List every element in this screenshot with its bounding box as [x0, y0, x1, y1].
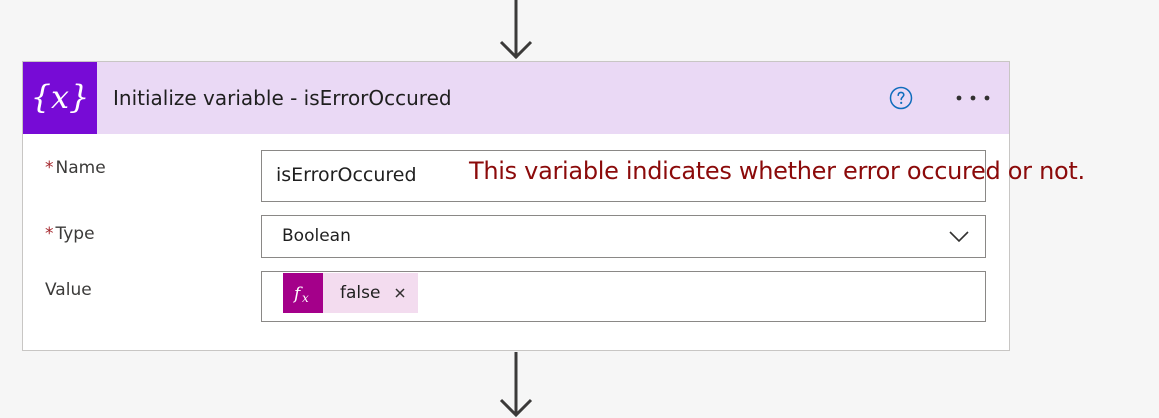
required-marker: * — [45, 224, 54, 244]
help-icon[interactable] — [889, 86, 913, 110]
annotation-note: This variable indicates whether error oc… — [469, 157, 1085, 185]
fx-expression-icon: f x — [283, 273, 323, 313]
card-header[interactable]: {x} Initialize variable - isErrorOccured — [23, 62, 1009, 134]
remove-token-icon[interactable] — [388, 281, 412, 305]
type-selected-value: Boolean — [282, 226, 351, 246]
initialize-variable-card: {x} Initialize variable - isErrorOccured… — [22, 61, 1085, 351]
value-field[interactable]: f x false — [261, 271, 986, 322]
name-input[interactable] — [262, 151, 471, 199]
token-value: false — [340, 283, 381, 303]
card-title: Initialize variable - isErrorOccured — [113, 86, 452, 110]
type-dropdown[interactable]: Boolean — [261, 215, 986, 258]
outgoing-connector-arrow — [496, 352, 536, 418]
name-label-text: Name — [55, 158, 106, 178]
name-field-label: * Name — [45, 158, 106, 178]
svg-text:{x}: {x} — [33, 78, 87, 116]
variable-braces-icon: {x} — [23, 62, 97, 134]
type-field-label: * Type — [45, 224, 95, 244]
type-label-text: Type — [55, 224, 95, 244]
value-field-label: Value — [45, 280, 92, 300]
expression-token[interactable]: f x false — [283, 273, 419, 313]
incoming-connector-arrow — [496, 0, 536, 62]
more-options-icon[interactable] — [951, 84, 995, 112]
chevron-down-icon[interactable] — [948, 228, 970, 244]
required-marker: * — [45, 158, 54, 178]
svg-text:x: x — [302, 291, 309, 305]
